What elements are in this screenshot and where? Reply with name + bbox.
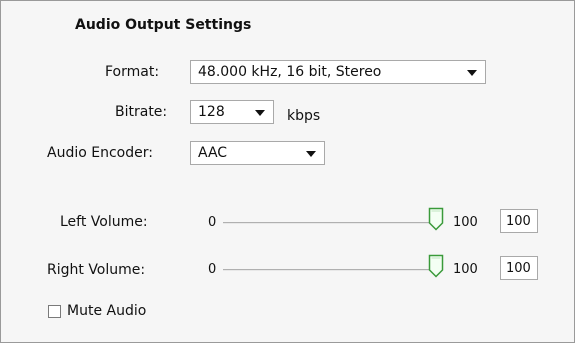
- encoder-select[interactable]: AAC: [190, 141, 325, 165]
- right-volume-track[interactable]: [223, 269, 435, 271]
- right-volume-thumb[interactable]: [428, 254, 444, 278]
- format-label: Format:: [105, 64, 160, 80]
- left-volume-label: Left Volume:: [60, 214, 148, 230]
- mute-audio-checkbox[interactable]: [48, 305, 61, 318]
- left-volume-max: 100: [453, 215, 478, 230]
- mute-audio-label[interactable]: Mute Audio: [67, 303, 146, 319]
- format-select-value: 48.000 kHz, 16 bit, Stereo: [198, 64, 382, 80]
- encoder-select-value: AAC: [198, 145, 228, 161]
- chevron-down-icon: [467, 70, 477, 76]
- bitrate-select-value: 128: [198, 104, 225, 120]
- chevron-down-icon: [255, 110, 265, 116]
- encoder-label: Audio Encoder:: [47, 145, 153, 161]
- chevron-down-icon: [306, 151, 316, 157]
- bitrate-unit: kbps: [287, 108, 321, 124]
- left-volume-min: 0: [208, 215, 217, 230]
- bitrate-label: Bitrate:: [115, 104, 168, 120]
- right-volume-input[interactable]: 100: [500, 256, 538, 280]
- format-select[interactable]: 48.000 kHz, 16 bit, Stereo: [190, 60, 486, 84]
- left-volume-track[interactable]: [223, 222, 435, 224]
- section-title: Audio Output Settings: [75, 17, 252, 33]
- bitrate-select[interactable]: 128: [190, 100, 274, 124]
- right-volume-min: 0: [208, 262, 217, 277]
- left-volume-input[interactable]: 100: [500, 209, 538, 233]
- right-volume-label: Right Volume:: [47, 262, 146, 278]
- audio-output-settings-panel: Audio Output Settings Format: 48.000 kHz…: [0, 0, 575, 343]
- right-volume-max: 100: [453, 262, 478, 277]
- left-volume-thumb[interactable]: [428, 207, 444, 231]
